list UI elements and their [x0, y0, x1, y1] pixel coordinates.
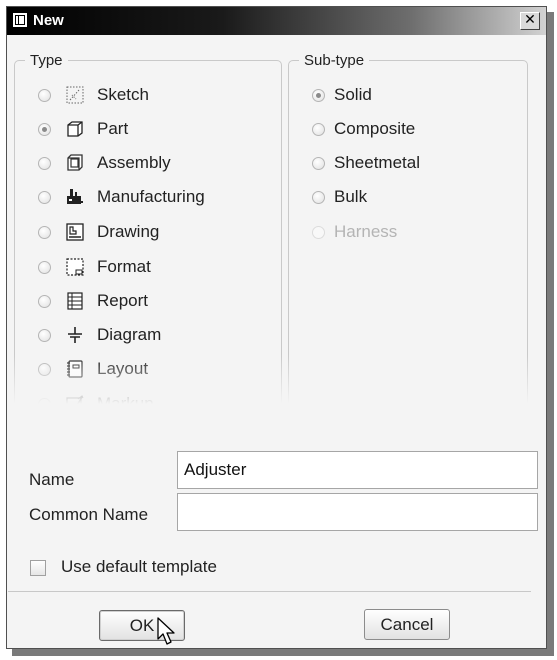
- type-option-diagram[interactable]: Diagram: [38, 322, 161, 348]
- type-option-label: Format: [97, 257, 151, 276]
- type-option-label: Part: [97, 119, 129, 138]
- drawing-icon: [65, 222, 85, 242]
- type-option-sketch[interactable]: Sketch: [38, 82, 149, 108]
- window-app-icon: [12, 12, 28, 28]
- assembly-icon: [65, 153, 85, 173]
- radio-button[interactable]: [38, 156, 51, 170]
- report-icon: [65, 291, 85, 311]
- format-icon: [65, 257, 85, 277]
- type-option-label: Markup: [97, 394, 154, 413]
- subtype-option-harness: Harness: [312, 219, 397, 245]
- radio-button[interactable]: [312, 88, 325, 102]
- button-separator: [8, 591, 531, 592]
- radio-button[interactable]: [38, 88, 51, 102]
- subtype-option-composite[interactable]: Composite: [312, 116, 415, 142]
- type-option-label: Manufacturing: [97, 187, 205, 206]
- radio-button: [312, 225, 325, 239]
- type-group-legend: Type: [30, 52, 63, 69]
- manufacturing-icon: [65, 187, 85, 207]
- use-default-template-checkbox[interactable]: [30, 560, 46, 576]
- type-option-label: Sketch: [97, 85, 149, 104]
- type-option-format[interactable]: Format: [38, 254, 151, 280]
- name-label: Name: [29, 470, 75, 489]
- subtype-option-solid[interactable]: Solid: [312, 82, 372, 108]
- subtype-option-label: Bulk: [334, 187, 368, 206]
- radio-button[interactable]: [38, 397, 51, 411]
- subtype-option-sheetmetal[interactable]: Sheetmetal: [312, 150, 420, 176]
- sketch-icon: [65, 85, 85, 105]
- radio-button[interactable]: [38, 225, 51, 239]
- use-default-template-label[interactable]: Use default template: [61, 557, 217, 577]
- title-bar[interactable]: New ✕: [7, 7, 546, 35]
- radio-button[interactable]: [38, 362, 51, 376]
- type-option-assembly[interactable]: Assembly: [38, 150, 171, 176]
- radio-button[interactable]: [38, 190, 51, 204]
- subtype-option-label: Solid: [334, 85, 372, 104]
- name-input[interactable]: [177, 451, 538, 489]
- type-option-label: Diagram: [97, 325, 162, 344]
- radio-button[interactable]: [312, 190, 325, 204]
- type-option-label: Layout: [97, 359, 149, 378]
- part-icon: [65, 119, 85, 139]
- layout-icon: [65, 359, 85, 379]
- mouse-pointer-icon: [157, 617, 179, 652]
- type-option-label: Drawing: [97, 222, 160, 241]
- type-option-manufacturing[interactable]: Manufacturing: [38, 184, 205, 210]
- cancel-button[interactable]: Cancel: [364, 609, 450, 640]
- type-option-label: Assembly: [97, 153, 171, 172]
- subtype-group-legend: Sub-type: [304, 52, 365, 69]
- common-name-label: Common Name: [29, 505, 149, 524]
- radio-button[interactable]: [312, 122, 325, 136]
- subtype-option-label: Sheetmetal: [334, 153, 420, 172]
- subtype-option-bulk[interactable]: Bulk: [312, 184, 367, 210]
- subtype-option-label: Harness: [334, 222, 398, 241]
- type-option-drawing[interactable]: Drawing: [38, 219, 159, 245]
- type-option-markup[interactable]: Markup: [38, 391, 154, 417]
- window-title: New: [33, 12, 64, 29]
- diagram-icon: [65, 325, 85, 345]
- type-option-label: Report: [97, 291, 149, 310]
- type-option-report[interactable]: Report: [38, 288, 148, 314]
- type-option-part[interactable]: Part: [38, 116, 128, 142]
- common-name-input[interactable]: [177, 493, 538, 531]
- subtype-option-label: Composite: [334, 119, 416, 138]
- close-button[interactable]: ✕: [520, 12, 540, 30]
- radio-button[interactable]: [38, 122, 51, 136]
- type-option-layout[interactable]: Layout: [38, 356, 148, 382]
- radio-button[interactable]: [38, 260, 51, 274]
- radio-button[interactable]: [38, 328, 51, 342]
- radio-button[interactable]: [38, 294, 51, 308]
- radio-button[interactable]: [312, 156, 325, 170]
- markup-icon: [65, 394, 85, 414]
